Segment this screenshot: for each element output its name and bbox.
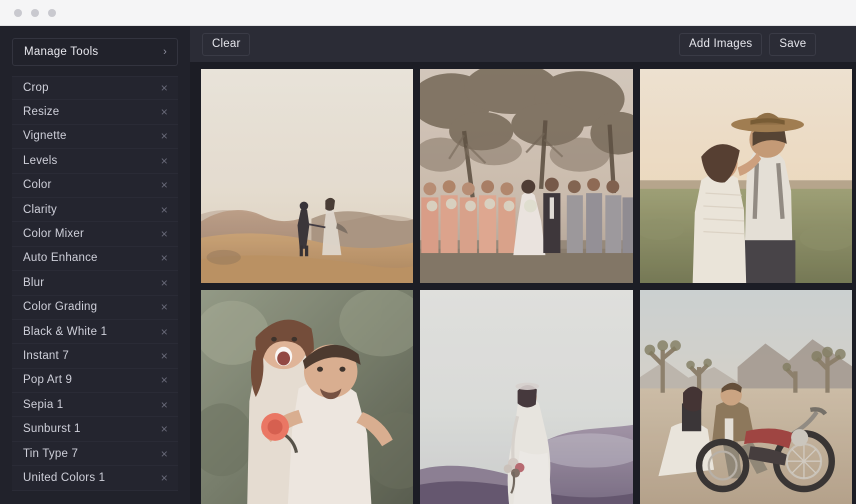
clear-button[interactable]: Clear — [202, 32, 251, 56]
tool-row[interactable]: Blur × — [12, 271, 178, 296]
remove-tool-icon[interactable]: × — [161, 106, 168, 118]
tool-row[interactable]: United Colors 1 × — [12, 466, 178, 491]
photo-couple-hat-field — [639, 69, 852, 283]
photo-wedding-party — [420, 69, 633, 283]
tool-label: Blur — [23, 276, 45, 289]
tool-row[interactable]: Black & White 1 × — [12, 319, 178, 345]
tool-list[interactable]: Crop × Resize × Vignette × Levels × Color × Clarit… — [12, 76, 178, 504]
tool-label: Crop — [23, 82, 49, 95]
photo-couple-hilltop — [201, 69, 414, 283]
tool-label: Color — [23, 179, 52, 192]
app-body: Manage Tools › Crop × Resize × Vignette × Leve… — [0, 26, 856, 504]
toolbar-actions: Add Images Save — [679, 32, 817, 56]
remove-tool-icon[interactable]: × — [161, 301, 168, 313]
tool-row[interactable]: Color Mixer × — [12, 222, 178, 247]
gallery-scroll-area[interactable] — [190, 62, 856, 504]
gallery-image-4[interactable] — [201, 290, 414, 504]
tool-row[interactable]: Color Grading × — [12, 295, 178, 320]
photo-bride-misty-hill — [420, 290, 633, 504]
remove-tool-icon[interactable]: × — [161, 350, 168, 362]
tool-row[interactable]: Clarity × — [12, 197, 178, 223]
window-titlebar — [0, 0, 856, 26]
chevron-right-icon: › — [163, 45, 167, 58]
tool-label: United Colors 1 — [23, 471, 106, 484]
gallery-image-1[interactable] — [201, 69, 414, 283]
gallery-image-6[interactable] — [639, 290, 852, 504]
tool-label: Pop Art 9 — [23, 374, 73, 387]
manage-tools-label: Manage Tools — [24, 46, 99, 58]
tool-label: Tin Type 7 — [23, 447, 79, 460]
tool-label: Vignette — [23, 130, 67, 143]
remove-tool-icon[interactable]: × — [161, 179, 168, 191]
remove-tool-icon[interactable]: × — [161, 252, 168, 264]
tools-sidebar: Manage Tools › Crop × Resize × Vignette × Leve… — [0, 26, 190, 504]
window-controls — [14, 8, 56, 17]
tool-label: Instant 7 — [23, 349, 69, 362]
tool-row[interactable]: Instant 7 × — [12, 344, 178, 369]
gallery-image-3[interactable] — [639, 69, 852, 283]
remove-tool-icon[interactable]: × — [161, 155, 168, 167]
window-dot-close[interactable] — [14, 8, 22, 17]
tool-row[interactable]: Auto Enhance × — [12, 246, 178, 272]
window-dot-maximize[interactable] — [48, 8, 56, 17]
tool-row[interactable]: Vignette × — [12, 124, 178, 150]
window-dot-minimize[interactable] — [31, 8, 39, 17]
photo-motorcycle-desert — [639, 290, 852, 504]
tool-row[interactable]: Pop Art 9 × — [12, 368, 178, 394]
tool-label: Clarity — [23, 203, 57, 216]
photo-laughing-couple — [201, 290, 414, 504]
gallery-image-5[interactable] — [420, 290, 633, 504]
remove-tool-icon[interactable]: × — [161, 82, 168, 94]
remove-tool-icon[interactable]: × — [161, 472, 168, 484]
tool-label: Sunburst 1 — [23, 423, 81, 436]
tool-row[interactable]: Tin Type 7 × — [12, 441, 178, 467]
tool-row[interactable]: Sunburst 1 × — [12, 417, 178, 442]
remove-tool-icon[interactable]: × — [161, 130, 168, 142]
image-grid — [190, 62, 856, 504]
remove-tool-icon[interactable]: × — [161, 277, 168, 289]
app-window: Manage Tools › Crop × Resize × Vignette × Leve… — [0, 0, 856, 504]
add-images-button[interactable]: Add Images — [679, 32, 763, 56]
tool-label: Color Grading — [23, 301, 98, 314]
main-panel: Clear Add Images Save — [190, 26, 856, 504]
tool-row[interactable]: Levels × — [12, 149, 178, 174]
remove-tool-icon[interactable]: × — [161, 326, 168, 338]
tool-row[interactable]: Resize × — [12, 100, 178, 125]
remove-tool-icon[interactable]: × — [161, 423, 168, 435]
remove-tool-icon[interactable]: × — [161, 399, 168, 411]
remove-tool-icon[interactable]: × — [161, 448, 168, 460]
tool-label: Auto Enhance — [23, 252, 98, 265]
tool-label: Resize — [23, 106, 60, 119]
tool-row[interactable]: Crop × — [12, 76, 178, 101]
tool-label: Color Mixer — [23, 228, 84, 241]
tool-label: Levels — [23, 154, 58, 167]
tool-row[interactable]: Color × — [12, 173, 178, 198]
tool-label: Sepia 1 — [23, 398, 64, 411]
remove-tool-icon[interactable]: × — [161, 228, 168, 240]
tool-label: Black & White 1 — [23, 325, 108, 338]
save-button[interactable]: Save — [769, 32, 817, 56]
tool-row[interactable]: Sepia 1 × — [12, 393, 178, 418]
remove-tool-icon[interactable]: × — [161, 204, 168, 216]
remove-tool-icon[interactable]: × — [161, 374, 168, 386]
manage-tools-button[interactable]: Manage Tools › — [12, 38, 178, 66]
gallery-image-2[interactable] — [420, 69, 633, 283]
editor-toolbar: Clear Add Images Save — [190, 26, 856, 62]
